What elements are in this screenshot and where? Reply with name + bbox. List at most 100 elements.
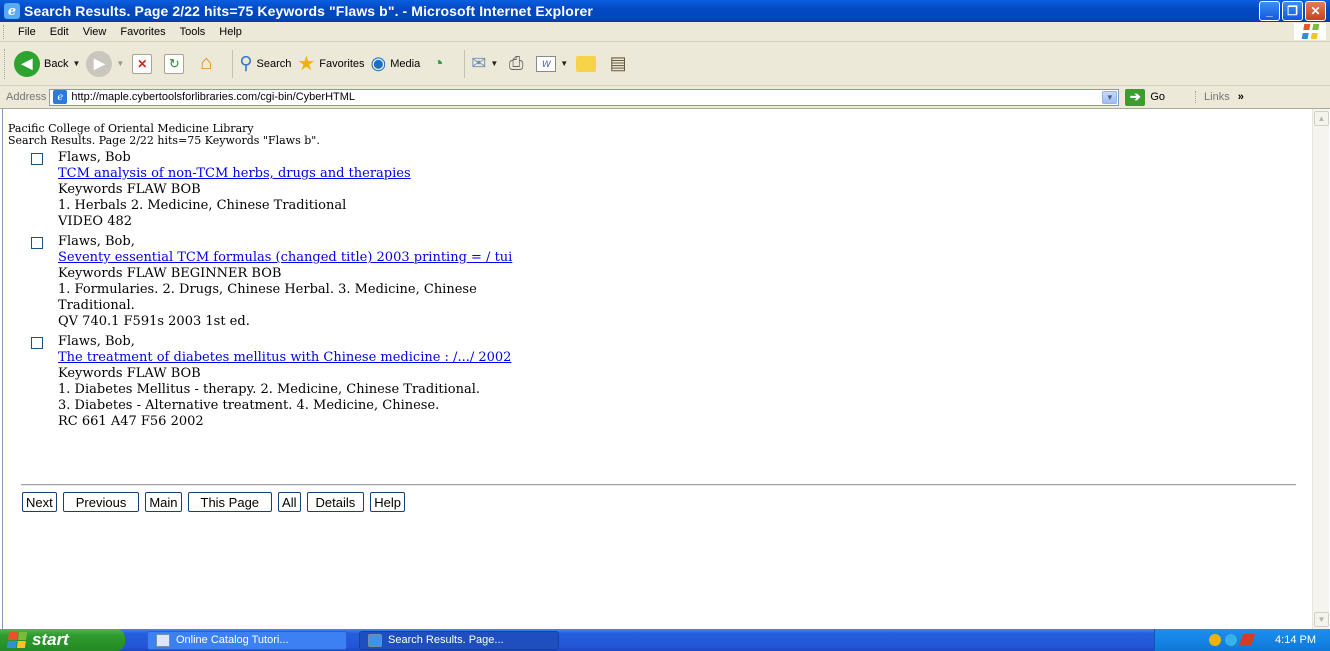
result-record: Flaws, Bob, Seventy essential TCM formul… <box>31 234 631 330</box>
address-bar: Address e http://maple.cybertoolsforlibr… <box>0 86 1330 109</box>
next-button[interactable]: Next <box>22 492 57 512</box>
address-dropdown-icon[interactable]: ▼ <box>1102 90 1118 104</box>
main-button[interactable]: Main <box>145 492 182 512</box>
menu-grip[interactable] <box>3 24 7 39</box>
back-dropdown-icon[interactable]: ▼ <box>72 59 80 68</box>
forward-button[interactable]: ▶ ▼ <box>86 50 124 77</box>
clock[interactable]: 4:14 PM <box>1275 634 1316 646</box>
back-arrow-icon: ◀ <box>14 50 40 77</box>
select-checkbox[interactable] <box>31 337 43 349</box>
standard-toolbar: ◀ Back ▼ ▶ ▼ ✕ ↻ ⌂ ⚲ Search ★ Favorites … <box>0 42 1330 86</box>
edit-dropdown-icon[interactable]: ▼ <box>560 59 568 68</box>
history-icon: ◔ <box>432 53 444 73</box>
favorites-label: Favorites <box>319 57 365 70</box>
menu-bar: File Edit View Favorites Tools Help <box>0 22 1330 42</box>
address-label: Address <box>6 91 47 103</box>
discuss-icon <box>576 55 597 72</box>
scroll-up-icon[interactable]: ▲ <box>1314 111 1329 126</box>
record-call-number: VIDEO 482 <box>58 214 133 229</box>
record-call-number: QV 740.1 F591s 2003 1st ed. <box>58 314 250 329</box>
start-button[interactable]: start <box>0 629 125 651</box>
select-checkbox[interactable] <box>31 237 43 249</box>
record-title-link[interactable]: The treatment of diabetes mellitus with … <box>58 350 631 366</box>
scroll-down-icon[interactable]: ▼ <box>1314 612 1329 627</box>
window-controls: _ ❐ ✕ <box>1259 1 1326 21</box>
close-button[interactable]: ✕ <box>1305 1 1326 21</box>
links-label: Links <box>1204 91 1230 103</box>
tray-antivirus-icon[interactable] <box>1238 634 1256 646</box>
stop-button[interactable]: ✕ <box>130 52 154 76</box>
record-author: Flaws, Bob <box>58 150 131 165</box>
internet-explorer-icon: e <box>4 3 20 19</box>
address-field[interactable]: e http://maple.cybertoolsforlibraries.co… <box>49 88 1120 106</box>
internet-explorer-icon <box>368 633 382 647</box>
links-button[interactable]: Links » <box>1195 91 1244 103</box>
refresh-button[interactable]: ↻ <box>162 52 186 76</box>
favorites-star-icon: ★ <box>297 53 316 75</box>
all-button[interactable]: All <box>278 492 301 512</box>
research-button[interactable]: ▤ <box>606 52 630 76</box>
this-page-button[interactable]: This Page <box>187 492 273 512</box>
address-url[interactable]: http://maple.cybertoolsforlibraries.com/… <box>71 91 355 103</box>
vertical-scrollbar[interactable]: ▲ ▼ <box>1312 109 1329 629</box>
record-title-link[interactable]: Seventy essential TCM formulas (changed … <box>58 250 631 266</box>
favorites-button[interactable]: ★ Favorites <box>297 51 364 76</box>
taskbar-item-search-results[interactable]: Search Results. Page... <box>359 630 559 650</box>
discuss-button[interactable] <box>574 52 598 76</box>
mail-dropdown-icon[interactable]: ▼ <box>490 59 498 68</box>
record-keywords: Keywords FLAW BEGINNER BOB <box>58 266 282 281</box>
windows-logo-icon <box>1294 23 1326 40</box>
record-call-number: RC 661 A47 F56 2002 <box>58 414 204 429</box>
record-subjects: 1. Diabetes Mellitus - therapy. 2. Medic… <box>58 382 481 397</box>
media-button[interactable]: ◉ Media <box>371 53 421 74</box>
menu-help[interactable]: Help <box>212 26 249 38</box>
record-author: Flaws, Bob, <box>58 334 135 349</box>
results-list: Flaws, Bob TCM analysis of non-TCM herbs… <box>31 150 631 434</box>
go-arrow-icon: ➔ <box>1125 88 1146 106</box>
minimize-button[interactable]: _ <box>1259 1 1280 21</box>
taskbar-item-tutorial[interactable]: Online Catalog Tutori... <box>147 630 347 650</box>
edit-button[interactable]: W ▼ <box>536 55 568 72</box>
search-button[interactable]: ⚲ Search <box>239 53 291 74</box>
toolbar-separator <box>464 49 466 78</box>
record-subjects-cont: Traditional. <box>58 298 135 313</box>
maximize-button[interactable]: ❐ <box>1282 1 1303 21</box>
history-button[interactable]: ◔ <box>426 52 450 76</box>
record-keywords: Keywords FLAW BOB <box>58 366 201 381</box>
document-icon <box>156 633 170 647</box>
windows-flag-icon <box>6 632 28 648</box>
go-button[interactable]: ➔ Go <box>1125 88 1165 106</box>
forward-arrow-icon: ▶ <box>86 50 113 77</box>
previous-button[interactable]: Previous <box>62 492 140 512</box>
menu-tools[interactable]: Tools <box>173 26 213 38</box>
home-button[interactable]: ⌂ <box>194 52 218 76</box>
toolbar-grip[interactable] <box>4 48 8 79</box>
print-button[interactable]: ⎙ <box>504 52 528 76</box>
tray-volume-icon[interactable] <box>1225 634 1238 646</box>
word-edit-icon: W <box>536 55 557 72</box>
tray-network-icon[interactable] <box>1209 634 1222 646</box>
media-label: Media <box>390 57 421 70</box>
forward-dropdown-icon[interactable]: ▼ <box>116 59 124 68</box>
search-summary: Search Results. Page 2/22 hits=75 Keywor… <box>8 134 320 147</box>
print-icon: ⎙ <box>509 53 524 73</box>
menu-file[interactable]: File <box>11 26 43 38</box>
help-button[interactable]: Help <box>370 492 405 512</box>
record-keywords: Keywords FLAW BOB <box>58 182 201 197</box>
menu-favorites[interactable]: Favorites <box>113 26 172 38</box>
window-title-bar[interactable]: e Search Results. Page 2/22 hits=75 Keyw… <box>0 0 1330 22</box>
menu-edit[interactable]: Edit <box>43 26 76 38</box>
mail-button[interactable]: ✉ ▼ <box>471 53 498 74</box>
record-subjects: 1. Herbals 2. Medicine, Chinese Traditio… <box>58 198 347 213</box>
horizontal-rule <box>21 484 1296 486</box>
menu-view[interactable]: View <box>76 26 114 38</box>
back-button[interactable]: ◀ Back ▼ <box>14 50 80 77</box>
record-subjects-cont: 3. Diabetes - Alternative treatment. 4. … <box>58 398 440 413</box>
record-author: Flaws, Bob, <box>58 234 135 249</box>
stop-icon: ✕ <box>132 53 153 74</box>
result-record: Flaws, Bob TCM analysis of non-TCM herbs… <box>31 150 631 230</box>
record-title-link[interactable]: TCM analysis of non-TCM herbs, drugs and… <box>58 166 631 182</box>
select-checkbox[interactable] <box>31 153 43 165</box>
details-button[interactable]: Details <box>306 492 365 512</box>
window-title: Search Results. Page 2/22 hits=75 Keywor… <box>24 3 593 19</box>
